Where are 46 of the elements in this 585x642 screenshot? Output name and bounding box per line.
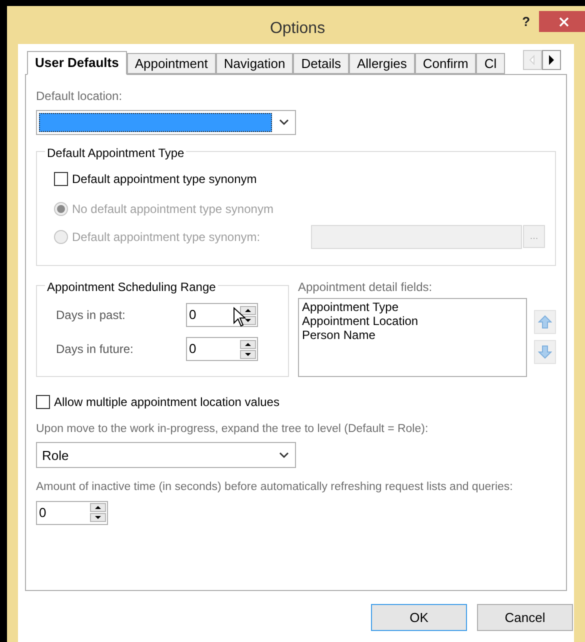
checkbox[interactable] bbox=[54, 172, 68, 186]
number-spinner[interactable]: 0 bbox=[186, 337, 258, 361]
checkbox-label: Default appointment type synonym bbox=[72, 171, 257, 188]
chevron-down-icon bbox=[279, 119, 289, 126]
spin-up-icon[interactable] bbox=[90, 503, 106, 512]
scroll-right-icon[interactable] bbox=[542, 50, 561, 70]
window-title: Options bbox=[270, 19, 326, 39]
checkbox[interactable] bbox=[36, 395, 50, 409]
field-label: Default location: bbox=[36, 88, 124, 105]
tab[interactable]: Confirm bbox=[414, 53, 476, 74]
number-spinner[interactable]: 0 bbox=[186, 303, 258, 327]
field-label: Days in past: bbox=[56, 307, 126, 324]
mouse-pointer-icon bbox=[233, 307, 247, 327]
list-item[interactable]: Person Name bbox=[302, 328, 523, 342]
synonym-input-field[interactable] bbox=[311, 225, 522, 249]
close-icon bbox=[558, 16, 569, 26]
field-label: Days in future: bbox=[56, 341, 134, 358]
close-button[interactable] bbox=[539, 11, 585, 32]
tab[interactable]: Details bbox=[293, 53, 349, 74]
tab[interactable]: Allergies bbox=[349, 53, 415, 74]
radio-label: Default appointment type synonym: bbox=[72, 229, 260, 246]
tab[interactable]: Cl bbox=[476, 53, 505, 74]
help-button[interactable]: ? bbox=[522, 12, 530, 32]
list-item[interactable]: Appointment Type bbox=[302, 300, 523, 314]
level-dropdown[interactable]: Role bbox=[36, 442, 296, 468]
spin-up-icon[interactable] bbox=[240, 306, 256, 314]
field-label: Amount of inactive time (in seconds) before automatically refreshing request lists and queries: bbox=[36, 480, 514, 496]
number-spinner[interactable]: 0 bbox=[36, 500, 108, 524]
tab[interactable]: Navigation bbox=[216, 53, 294, 74]
spin-up-icon[interactable] bbox=[240, 340, 256, 348]
dialog-button[interactable]: Cancel bbox=[477, 604, 573, 631]
detail-fields-list[interactable]: Appointment Type Appointment Location Person Name bbox=[298, 298, 527, 377]
location-dropdown[interactable] bbox=[36, 110, 296, 135]
checkbox-label: Allow multiple appointment location values bbox=[54, 394, 280, 411]
list-item[interactable]: Appointment Location bbox=[302, 314, 523, 328]
tab[interactable]: Appointment bbox=[126, 53, 216, 74]
radio-label: No default appointment type synonym bbox=[72, 201, 274, 218]
field-label: Upon move to the work in-progress, expand the tree to level (Default = Role): bbox=[36, 422, 430, 437]
spin-down-icon[interactable] bbox=[90, 513, 106, 522]
chevron-down-icon bbox=[279, 452, 289, 459]
spin-down-icon[interactable] bbox=[240, 350, 256, 358]
tab[interactable]: User Defaults bbox=[27, 51, 127, 75]
dialog-button[interactable]: OK bbox=[371, 604, 467, 631]
arrow-up-icon bbox=[538, 315, 552, 329]
field-label: Appointment detail fields: bbox=[298, 279, 434, 296]
arrow-down-icon bbox=[538, 345, 552, 359]
